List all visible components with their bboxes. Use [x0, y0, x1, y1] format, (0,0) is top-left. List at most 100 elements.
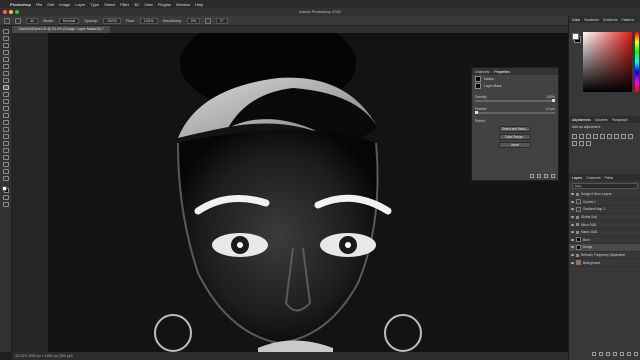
- new-layer-icon[interactable]: [627, 352, 631, 356]
- brightness-contrast-icon[interactable]: [572, 134, 577, 139]
- exposure-icon[interactable]: [593, 134, 598, 139]
- gradient-tool-icon[interactable]: [2, 113, 9, 118]
- opacity-field[interactable]: 100%: [102, 17, 121, 24]
- hue-slider[interactable]: [635, 32, 639, 92]
- tab-properties[interactable]: Properties: [494, 70, 509, 74]
- tab-adjustments[interactable]: Adjustments: [572, 118, 591, 122]
- trash-icon[interactable]: [634, 352, 638, 356]
- layer-row[interactable]: Micro D&B: [569, 221, 640, 229]
- menu-plugins[interactable]: Plugins: [158, 2, 171, 7]
- color-swatches[interactable]: [2, 186, 9, 193]
- color-range-button[interactable]: Color Range...: [499, 134, 531, 140]
- marquee-tool-icon[interactable]: [2, 36, 9, 41]
- visibility-eye-icon[interactable]: [571, 246, 574, 249]
- layer-row[interactable]: Background: [569, 259, 640, 267]
- flow-field[interactable]: 100%: [139, 17, 158, 24]
- history-brush-tool-icon[interactable]: [2, 99, 9, 104]
- tab-channels[interactable]: Channels: [475, 70, 489, 74]
- hue-saturation-icon[interactable]: [607, 134, 612, 139]
- menu-view[interactable]: View: [144, 2, 153, 7]
- tab-patterns[interactable]: Patterns: [622, 18, 635, 22]
- tab-paths[interactable]: Paths: [605, 176, 614, 180]
- shape-tool-icon[interactable]: [2, 155, 9, 160]
- feather-value[interactable]: 0.0 px: [544, 107, 555, 111]
- add-mask-icon[interactable]: [606, 352, 610, 356]
- color-balance-icon[interactable]: [614, 134, 619, 139]
- visibility-eye-icon[interactable]: [571, 208, 574, 211]
- brush-size-field[interactable]: 40: [26, 17, 39, 24]
- smoothing-field[interactable]: 0%: [186, 17, 201, 24]
- eraser-tool-icon[interactable]: [2, 106, 9, 111]
- feather-slider-knob[interactable]: [475, 111, 478, 114]
- visibility-eye-icon[interactable]: [571, 200, 574, 203]
- visibility-eye-icon[interactable]: [571, 216, 574, 219]
- invert-icon[interactable]: [579, 141, 584, 146]
- visibility-eye-icon[interactable]: [571, 238, 574, 241]
- path-select-tool-icon[interactable]: [2, 148, 9, 153]
- layer-row[interactable]: Dodge: [569, 244, 640, 252]
- tab-libraries[interactable]: Libraries: [595, 118, 608, 122]
- more-tools-icon[interactable]: [2, 176, 9, 181]
- layer-row[interactable]: Gradient Map 1: [569, 206, 640, 214]
- brush-tool-icon[interactable]: [2, 85, 9, 90]
- layer-row[interactable]: Burn: [569, 237, 640, 245]
- layer-mask-thumbnail[interactable]: [475, 82, 481, 89]
- move-tool-icon[interactable]: [2, 29, 9, 34]
- document-tab[interactable]: TrackGirlEyes1.tif @ 33.3% (Dodge, Layer…: [12, 26, 111, 33]
- mode-select[interactable]: Normal: [58, 17, 80, 24]
- link-layers-icon[interactable]: [592, 352, 596, 356]
- menu-select[interactable]: Select: [104, 2, 115, 7]
- gradient-map-icon[interactable]: [586, 141, 591, 146]
- tab-color[interactable]: Color: [572, 18, 580, 22]
- visibility-eye-icon[interactable]: [571, 261, 574, 264]
- channel-mixer-icon[interactable]: [572, 141, 577, 146]
- tab-paragraph[interactable]: Paragraph: [612, 118, 628, 122]
- tab-swatches[interactable]: Swatches: [584, 18, 599, 22]
- brush-preset-icon[interactable]: [15, 17, 21, 24]
- color-field[interactable]: [583, 32, 632, 92]
- angle-field[interactable]: 0°: [216, 17, 228, 24]
- tab-layers[interactable]: Layers: [572, 176, 582, 180]
- photo-filter-icon[interactable]: [628, 134, 633, 139]
- layer-mask-row[interactable]: Layer Mask: [472, 82, 558, 89]
- invert-button[interactable]: Invert: [499, 142, 531, 148]
- delete-mask-icon[interactable]: [551, 174, 555, 178]
- menu-window[interactable]: Window: [176, 2, 190, 7]
- apply-mask-icon[interactable]: [537, 174, 541, 178]
- layer-row[interactable]: Retouch Frequency Separation: [569, 252, 640, 260]
- eyedropper-tool-icon[interactable]: [2, 71, 9, 76]
- select-and-mask-button[interactable]: Select and Mask...: [499, 126, 531, 132]
- hand-tool-icon[interactable]: [2, 162, 9, 167]
- layer-row[interactable]: Global Soft: [569, 214, 640, 222]
- menu-filter[interactable]: Filter: [120, 2, 129, 7]
- layer-style-icon[interactable]: [599, 352, 603, 356]
- app-menu[interactable]: Photoshop: [10, 2, 31, 7]
- menu-image[interactable]: Image: [59, 2, 70, 7]
- menu-help[interactable]: Help: [195, 2, 203, 7]
- curves-icon[interactable]: [586, 134, 591, 139]
- close-window-button[interactable]: [3, 10, 7, 14]
- zoom-tool-icon[interactable]: [2, 169, 9, 174]
- tab-channels-dock[interactable]: Channels: [586, 176, 600, 180]
- layer-filter-select[interactable]: Kind: [572, 183, 638, 189]
- new-adjustment-icon[interactable]: [613, 352, 617, 356]
- lasso-tool-icon[interactable]: [2, 43, 9, 48]
- visibility-icon[interactable]: [544, 174, 548, 178]
- clone-stamp-tool-icon[interactable]: [2, 92, 9, 97]
- layer-row[interactable]: Macro D&B: [569, 229, 640, 237]
- screen-mode-icon[interactable]: [2, 202, 9, 207]
- menu-edit[interactable]: Edit: [47, 2, 54, 7]
- black-white-icon[interactable]: [621, 134, 626, 139]
- layer-row[interactable]: Curves 1: [569, 199, 640, 207]
- pen-tool-icon[interactable]: [2, 134, 9, 139]
- layer-row[interactable]: Dodge & Burn Layers: [569, 191, 640, 199]
- type-tool-icon[interactable]: [2, 141, 9, 146]
- frame-tool-icon[interactable]: [2, 64, 9, 69]
- new-group-icon[interactable]: [620, 352, 624, 356]
- zoom-window-button[interactable]: [15, 10, 19, 14]
- density-slider-knob[interactable]: [552, 99, 555, 102]
- density-slider[interactable]: [475, 99, 555, 102]
- vibrance-icon[interactable]: [600, 134, 605, 139]
- foreground-color-chip[interactable]: [572, 33, 579, 40]
- blur-tool-icon[interactable]: [2, 120, 9, 125]
